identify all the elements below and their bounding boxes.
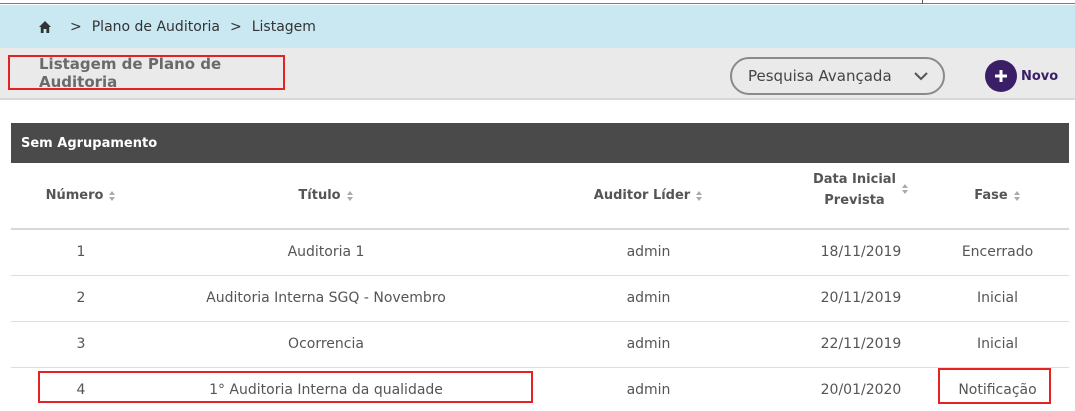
column-header-data[interactable]: Data Inicial Prevista [796,163,926,230]
table-row[interactable]: 1 Auditoria 1 admin 18/11/2019 Encerrado [11,229,1069,276]
plus-icon [985,60,1017,92]
column-label: Título [298,188,341,203]
cell-data: 20/11/2019 [796,275,926,322]
chevron-down-icon [913,69,929,83]
column-label: Prevista [824,192,885,208]
cell-fase: Inicial [926,275,1069,322]
table-row[interactable]: 3 Ocorrencia admin 22/11/2019 Inicial [11,321,1069,368]
cell-fase: Encerrado [926,229,1069,276]
page-title: Listagem de Plano de Auditoria [8,55,285,91]
cell-numero: 3 [11,321,151,368]
column-label: Número [45,188,104,203]
breadcrumb-separator: > [70,18,82,35]
home-icon[interactable] [38,20,52,34]
sort-icon[interactable] [695,190,703,202]
breadcrumb-item-plano[interactable]: Plano de Auditoria [92,19,220,35]
cell-titulo: 1° Auditoria Interna da qualidade [151,367,501,411]
sort-icon[interactable] [1013,190,1021,202]
table-header-row: Número Título Auditor Líder Data Inicial… [11,163,1069,230]
table-row[interactable]: 4 1° Auditoria Interna da qualidade admi… [11,367,1069,411]
advanced-search-label: Pesquisa Avançada [748,67,892,85]
column-label: Data Inicial [812,171,896,187]
sort-icon[interactable] [901,183,909,195]
cell-data: 18/11/2019 [796,229,926,276]
cell-titulo: Ocorrencia [151,321,501,368]
breadcrumb-separator: > [230,18,242,35]
cell-titulo: Auditoria 1 [151,229,501,276]
column-header-titulo[interactable]: Título [151,163,501,230]
new-button[interactable]: Novo [985,60,1058,92]
cell-numero: 1 [11,229,151,276]
column-label: Auditor Líder [593,188,691,203]
audit-plan-table: Número Título Auditor Líder Data Inicial… [11,163,1069,411]
cell-auditor: admin [501,229,796,276]
cell-numero: 2 [11,275,151,322]
cell-fase: Notificação [926,367,1069,411]
column-header-auditor[interactable]: Auditor Líder [501,163,796,230]
breadcrumb: > Plano de Auditoria > Listagem [0,5,1075,48]
cell-data: 20/01/2020 [796,367,926,411]
new-button-label: Novo [1021,68,1059,84]
window-top-tick [922,0,923,4]
cell-numero: 4 [11,367,151,411]
window-top-border [0,0,1075,4]
group-header: Sem Agrupamento [11,123,1069,163]
breadcrumb-item-listagem: Listagem [251,18,316,35]
cell-titulo: Auditoria Interna SGQ - Novembro [151,275,501,322]
column-label: Fase [974,188,1008,203]
group-label: Sem Agrupamento [21,135,158,151]
advanced-search-dropdown[interactable]: Pesquisa Avançada [730,57,945,95]
cell-auditor: admin [501,321,796,368]
cell-fase: Inicial [926,321,1069,368]
column-header-numero[interactable]: Número [11,163,151,230]
sort-icon[interactable] [346,190,354,202]
cell-auditor: admin [501,367,796,411]
cell-data: 22/11/2019 [796,321,926,368]
page-header: Listagem de Plano de Auditoria Pesquisa … [0,48,1075,100]
cell-auditor: admin [501,275,796,322]
table-row[interactable]: 2 Auditoria Interna SGQ - Novembro admin… [11,275,1069,322]
sort-icon[interactable] [108,190,116,202]
column-header-fase[interactable]: Fase [926,163,1069,230]
